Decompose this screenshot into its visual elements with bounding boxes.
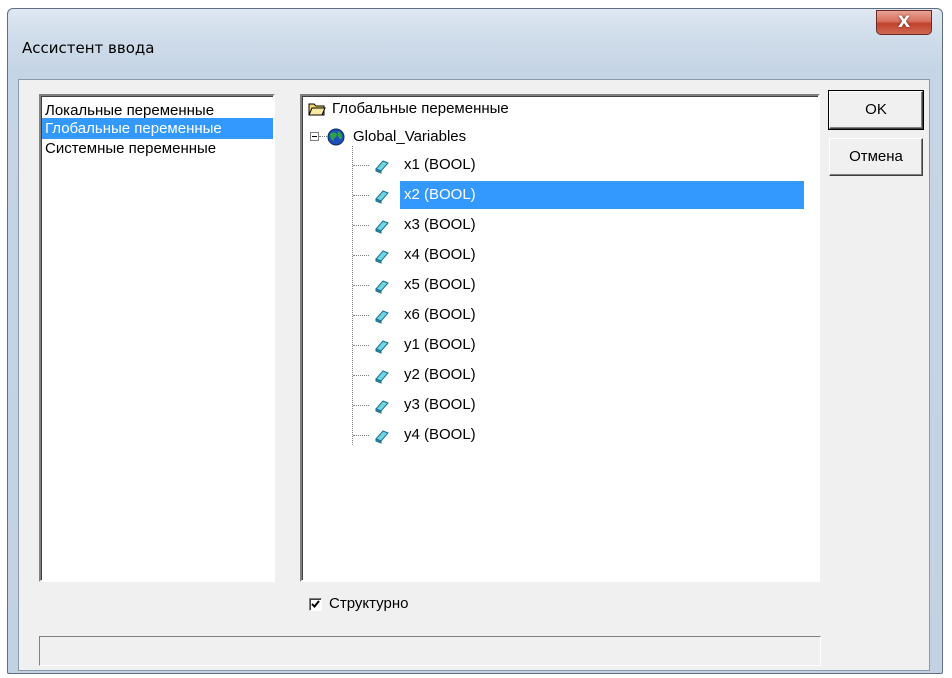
variable-icon bbox=[375, 220, 389, 234]
tree-connector bbox=[353, 435, 369, 436]
close-icon: X bbox=[897, 12, 911, 31]
variable-icon bbox=[375, 370, 389, 384]
tree-connector bbox=[353, 195, 369, 196]
title-bar[interactable]: Ассистент ввода X bbox=[8, 9, 942, 79]
tree-connector bbox=[353, 315, 369, 316]
tree-variable-label: x1 (BOOL) bbox=[404, 156, 476, 173]
tree-variable-label: x6 (BOOL) bbox=[404, 306, 476, 323]
cancel-button[interactable]: Отмена bbox=[829, 138, 923, 176]
tree-group-label: Global_Variables bbox=[353, 128, 467, 145]
tree-variable-label: y4 (BOOL) bbox=[404, 426, 476, 443]
tree-connector bbox=[353, 255, 369, 256]
dialog-client: Локальные переменные Глобальные переменн… bbox=[18, 79, 930, 671]
list-item-system-variables[interactable]: Системные переменные bbox=[42, 138, 216, 159]
folder-open-icon bbox=[308, 103, 326, 116]
tree-variable-label: x5 (BOOL) bbox=[404, 276, 476, 293]
globe-icon bbox=[327, 128, 345, 146]
tree-root-label: Глобальные переменные bbox=[332, 100, 509, 117]
variable-icon bbox=[375, 250, 389, 264]
structured-checkbox[interactable] bbox=[309, 598, 322, 611]
variable-category-list[interactable]: Локальные переменные Глобальные переменн… bbox=[39, 94, 275, 582]
checkmark-icon bbox=[311, 600, 320, 608]
collapse-toggle[interactable] bbox=[310, 132, 319, 141]
tree-connector bbox=[353, 285, 369, 286]
variable-icon bbox=[375, 280, 389, 294]
tree-variable-label: x2 (BOOL) bbox=[400, 181, 804, 209]
ok-button[interactable]: OK bbox=[828, 90, 924, 130]
tree-connector bbox=[353, 375, 369, 376]
variable-icon bbox=[375, 310, 389, 324]
close-button[interactable]: X bbox=[876, 10, 932, 35]
variable-icon bbox=[375, 430, 389, 444]
window-title: Ассистент ввода bbox=[22, 39, 155, 57]
tree-variable-label: y2 (BOOL) bbox=[404, 366, 476, 383]
variable-icon bbox=[375, 190, 389, 204]
dialog-window: Ассистент ввода X Локальные переменные Г… bbox=[7, 8, 943, 674]
tree-connector bbox=[353, 225, 369, 226]
variable-icon bbox=[375, 400, 389, 414]
tree-connector bbox=[353, 405, 369, 406]
structured-checkbox-label: Структурно bbox=[329, 595, 409, 612]
tree-connector bbox=[353, 345, 369, 346]
variable-icon bbox=[375, 340, 389, 354]
tree-variable-label: y3 (BOOL) bbox=[404, 396, 476, 413]
list-item-global-variables[interactable]: Глобальные переменные bbox=[42, 118, 273, 139]
variable-icon bbox=[375, 160, 389, 174]
tree-variable-label: x4 (BOOL) bbox=[404, 246, 476, 263]
tree-connector bbox=[353, 165, 369, 166]
tree-variable-label: x3 (BOOL) bbox=[404, 216, 476, 233]
status-field bbox=[39, 636, 821, 666]
tree-variable-label: y1 (BOOL) bbox=[404, 336, 476, 353]
variable-tree[interactable]: Глобальные переменные Global_Variables x… bbox=[300, 94, 820, 582]
